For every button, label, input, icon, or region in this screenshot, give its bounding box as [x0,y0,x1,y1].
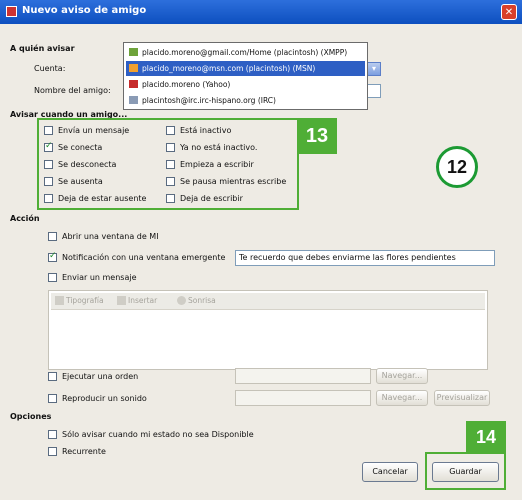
checkbox[interactable] [166,160,175,169]
window-title: Nuevo aviso de amigo [22,5,147,16]
checkbox[interactable] [44,177,53,186]
editor-toolbar: Tipografía Insertar Sonrisa [51,293,485,310]
checkbox[interactable] [44,126,53,135]
font-icon [55,296,64,305]
account-dropdown-arrow-icon[interactable]: ▾ [367,62,381,76]
sound-input[interactable] [235,390,371,406]
checkbox[interactable] [48,251,57,262]
dropdown-item-xmpp[interactable]: placido.moreno@gmail.com/Home (placintos… [126,45,365,60]
message-editor[interactable]: Tipografía Insertar Sonrisa [48,290,488,370]
yahoo-icon [129,80,138,88]
checkbox[interactable] [166,177,175,186]
sound-preview-button[interactable]: Previsualizar [434,390,490,406]
friend-name-field-edge[interactable] [367,84,381,98]
checkbox[interactable] [44,194,53,203]
checkbox[interactable] [44,160,53,169]
dropdown-item-irc[interactable]: placintosh@irc.irc-hispano.org (IRC) [126,93,365,108]
section-heading-options: Opciones [10,412,52,421]
dropdown-item-msn[interactable]: placido_moreno@msn.com (placintosh) (MSN… [126,61,365,76]
cancel-button[interactable]: Cancelar [362,462,418,482]
popup-message-input[interactable]: Te recuerdo que debes enviarme las flore… [235,250,495,266]
insert-button[interactable]: Insertar [117,296,157,305]
checkbox[interactable] [48,447,57,456]
title-bar[interactable]: Nuevo aviso de amigo ✕ [0,0,522,24]
account-label: Cuenta: [34,64,66,73]
section-heading-action: Acción [10,214,40,223]
font-button[interactable]: Tipografía [55,296,104,305]
app-icon [6,6,17,17]
command-browse-button[interactable]: Navegar... [376,368,428,384]
checkbox[interactable] [48,430,57,439]
checkbox[interactable] [166,126,175,135]
section-heading-who: A quién avisar [10,44,75,53]
checkbox[interactable] [166,194,175,203]
dialog-window: Nuevo aviso de amigo ✕ A quién avisar Cu… [0,0,522,500]
xmpp-icon [129,48,138,56]
callout-13-badge: 13 [297,118,337,154]
checkbox[interactable] [166,143,175,152]
irc-icon [129,96,138,104]
smiley-button[interactable]: Sonrisa [177,296,216,305]
account-dropdown-list[interactable]: placido.moreno@gmail.com/Home (placintos… [123,42,368,110]
save-button[interactable]: Guardar [432,462,499,482]
dropdown-item-yahoo[interactable]: placido.moreno (Yahoo) [126,77,365,92]
checkbox[interactable] [48,273,57,282]
checkbox[interactable] [44,141,53,152]
msn-icon [129,64,138,72]
checkbox[interactable] [48,232,57,241]
command-input[interactable] [235,368,371,384]
callout-14-badge: 14 [466,421,506,453]
sound-browse-button[interactable]: Navegar... [376,390,428,406]
checkbox[interactable] [48,394,57,403]
smiley-icon [177,296,186,305]
friend-name-label: Nombre del amigo: [34,86,111,95]
insert-icon [117,296,126,305]
callout-12-badge: 12 [436,146,478,188]
close-icon[interactable]: ✕ [501,4,517,20]
checkbox[interactable] [48,372,57,381]
